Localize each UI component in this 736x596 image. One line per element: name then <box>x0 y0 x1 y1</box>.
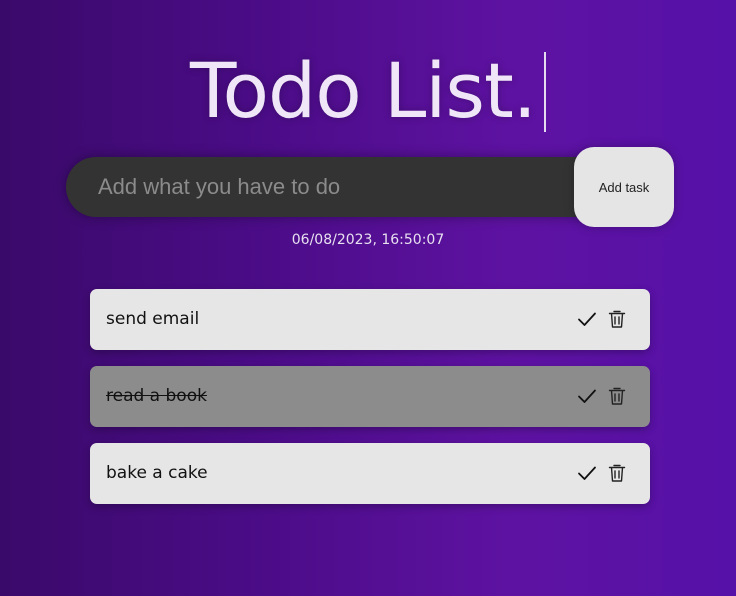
current-datetime: 06/08/2023, 16:50:07 <box>291 232 445 248</box>
delete-button[interactable] <box>605 384 629 408</box>
todo-item: read a book <box>90 366 650 427</box>
todo-item: send email <box>90 289 650 350</box>
task-input[interactable] <box>66 157 606 217</box>
complete-button[interactable] <box>575 307 599 331</box>
delete-button[interactable] <box>605 307 629 331</box>
trash-icon <box>608 310 626 328</box>
page-title: Todo List. <box>190 46 537 135</box>
trash-icon <box>608 387 626 405</box>
todo-list: send email read a book bake a cake <box>90 289 650 520</box>
check-icon <box>578 389 596 403</box>
todo-text[interactable]: bake a cake <box>106 443 208 504</box>
trash-icon <box>608 464 626 482</box>
check-icon <box>578 466 596 480</box>
typing-caret <box>543 52 546 132</box>
todo-text[interactable]: read a book <box>106 366 207 427</box>
title-wrap: Todo List. <box>0 48 736 134</box>
complete-button[interactable] <box>575 384 599 408</box>
todo-item: bake a cake <box>90 443 650 504</box>
delete-button[interactable] <box>605 461 629 485</box>
complete-button[interactable] <box>575 461 599 485</box>
add-task-button[interactable]: Add task <box>574 147 674 227</box>
check-icon <box>578 312 596 326</box>
todo-text[interactable]: send email <box>106 289 199 350</box>
